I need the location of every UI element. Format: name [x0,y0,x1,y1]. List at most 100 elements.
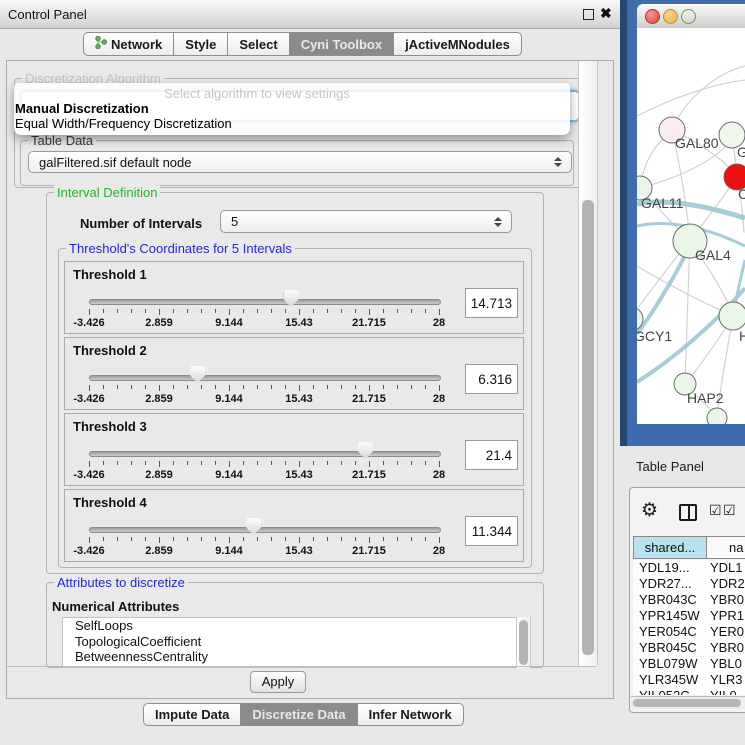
cell-shared-name: YER054C [639,624,697,640]
table-row[interactable]: YDR27...YDR2 [633,576,745,592]
numerical-attributes-list[interactable]: SelfLoopsTopologicalCoefficientBetweenne… [62,617,517,668]
slider-track[interactable] [89,451,441,457]
slider-tick [201,537,202,541]
bottom-tab-impute-data[interactable]: Impute Data [143,703,241,726]
table-row[interactable]: YBR043CYBR0 [633,592,745,608]
split-columns-icon[interactable] [679,504,697,521]
cell-shared-name: YPR145W [639,608,700,624]
attributes-group-title: Attributes to discretize [54,575,188,590]
threshold-value-field[interactable]: 6.316 [465,364,518,394]
column-header-shared[interactable]: shared... [633,536,707,559]
apply-button[interactable]: Apply [250,671,306,693]
close-icon[interactable]: ✖ [600,5,612,22]
slider-tick [159,537,160,543]
slider-tick [383,537,384,541]
tab-cyni-toolbox[interactable]: Cyni Toolbox [289,32,394,56]
table-row[interactable]: YLR345WYLR3 [633,672,745,688]
table-row[interactable]: YER054CYER0 [633,624,745,640]
tab-label: Style [185,37,216,52]
slider-tick [285,309,286,313]
slider-track[interactable] [89,375,441,381]
slider-tick [271,537,272,541]
slider-tick-label: 15.43 [274,545,324,557]
attributes-scrollbar[interactable] [516,617,531,668]
threshold-value-field[interactable]: 11.344 [465,516,518,546]
top-tab-bar: Network Style SelectCyni ToolboxjActiveMNo… [83,32,522,56]
slider-track[interactable] [89,299,441,305]
slider-tick [439,385,440,391]
slider-tick [285,385,286,389]
popup-option-manual[interactable]: Manual Discretization [15,101,149,116]
slider-tick [341,537,342,541]
table-hscrollbar-thumb[interactable] [633,699,741,707]
table-row[interactable]: YPR145WYPR1 [633,608,745,624]
threshold-value-field[interactable]: 21.4 [465,440,518,470]
slider-tick [369,461,370,467]
slider-tick [229,309,230,315]
network-node[interactable] [707,408,727,424]
tab-select[interactable]: Select [227,32,289,56]
table-row[interactable]: YBL079WYBL0 [633,656,745,672]
interval-definition-title: Interval Definition [54,185,160,200]
table-row[interactable]: YBR045CYBR0 [633,640,745,656]
column-header-name[interactable]: na [706,536,745,559]
slider-tick [159,309,160,315]
numerical-attributes-label: Numerical Attributes [52,599,179,614]
tab-jactivemnodules[interactable]: jActiveMNodules [393,32,522,56]
tab-style[interactable]: Style [173,32,228,56]
network-view-canvas[interactable]: GAL80G.CGAL11GAL4GCY1HHAP2 [637,28,745,424]
window-frame-edge [620,0,627,446]
slider-tick [299,309,300,315]
cell-shared-name: YBL079W [639,656,698,672]
table-data-value: galFiltered.sif default node [39,155,191,170]
checkbox-icon[interactable]: ☑ [723,502,736,519]
table-hscrollbar[interactable] [631,696,745,709]
node-label: H [739,328,745,344]
panel-scrollbar-thumb[interactable] [582,200,594,655]
viewport-divider [7,666,596,667]
table-data-combobox[interactable]: galFiltered.sif default node [28,151,572,173]
slider-tick [439,537,440,543]
slider-tick [411,461,412,465]
slider-tick [327,385,328,389]
threshold-value-field[interactable]: 14.713 [465,288,518,318]
slider-tick [299,385,300,391]
bottom-tab-discretize-data[interactable]: Discretize Data [240,703,357,726]
panel-scrollbar[interactable] [578,61,598,666]
minimize-traffic-light[interactable] [663,9,678,24]
attribute-list-item[interactable]: SelfLoops [63,618,516,634]
gear-icon[interactable]: ⚙ [641,499,658,522]
popup-option-equal-width[interactable]: Equal Width/Frequency Discretization [15,116,232,131]
attributes-scrollbar-thumb[interactable] [519,620,528,665]
bottom-tab-infer-network[interactable]: Infer Network [357,703,464,726]
checkbox-icon[interactable]: ☑ [709,502,722,519]
table-rows[interactable]: YDL19...YDL1YDR27...YDR2YBR043CYBR0YPR14… [633,560,745,695]
slider-tick [187,309,188,313]
attribute-list-item[interactable]: TopologicalCoefficient [63,634,516,650]
slider-tick [173,461,174,465]
tab-network[interactable]: Network [83,32,174,56]
application-window: Control Panel ✖ NetworkStyleSelectCyni T… [0,0,745,745]
slider-tick [131,461,132,465]
table-row[interactable]: YIL052CYIL0 [633,688,745,695]
slider-tick [299,461,300,467]
number-of-intervals-combobox[interactable]: 5 [220,210,512,233]
node-label: GAL80 [675,135,719,151]
slider-tick [145,385,146,389]
network-node-h[interactable] [719,302,745,330]
slider-tick-label: 2.859 [134,393,184,405]
slider-tick [131,385,132,389]
float-window-icon[interactable] [583,9,594,20]
slider-track[interactable] [89,527,441,533]
table-row[interactable]: YDL19...YDL1 [633,560,745,576]
zoom-traffic-light[interactable] [681,9,696,24]
close-traffic-light[interactable] [645,9,660,24]
attribute-list-item[interactable]: BetweennessCentrality [63,649,516,665]
threshold-label: Threshold 2 [73,343,147,358]
slider-tick [369,385,370,391]
slider-tick [341,461,342,465]
slider-tick [369,537,370,543]
slider-tick [89,461,90,467]
slider-tick [243,309,244,313]
node-label: GAL4 [695,247,731,263]
